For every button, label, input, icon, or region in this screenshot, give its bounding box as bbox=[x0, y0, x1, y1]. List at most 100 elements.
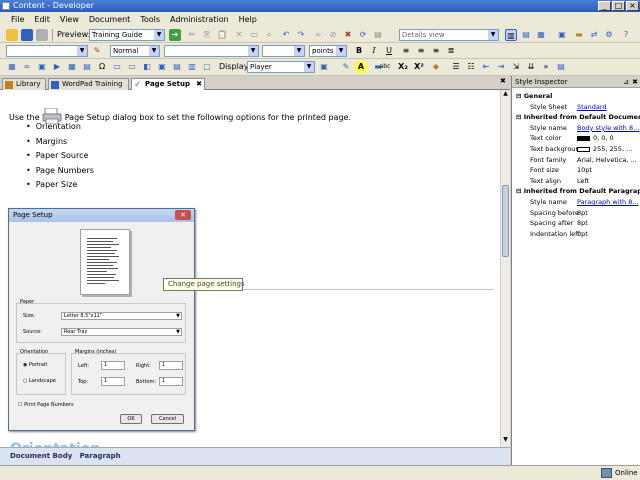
menu-help[interactable]: Help bbox=[234, 15, 262, 24]
break-icon[interactable]: ⇲ bbox=[510, 61, 522, 73]
grid-icon[interactable]: ▦ bbox=[66, 61, 78, 73]
maximize-button[interactable]: □ bbox=[612, 1, 625, 11]
toolbar-options-icon[interactable]: ▤ bbox=[555, 61, 567, 73]
align-right-icon[interactable]: ≡ bbox=[430, 45, 442, 57]
format-painter-icon[interactable]: ✎ bbox=[340, 61, 352, 73]
question-icon[interactable]: ▤ bbox=[171, 61, 183, 73]
style-sheet-link[interactable]: Standard bbox=[577, 102, 607, 113]
tab-wordpad-training[interactable]: WordPad Training bbox=[48, 78, 129, 90]
subscript-button[interactable]: X₂ bbox=[396, 61, 410, 73]
close-window-button[interactable]: × bbox=[626, 1, 639, 11]
menu-view[interactable]: View bbox=[55, 15, 84, 24]
settings-icon[interactable]: ⚙ bbox=[603, 29, 615, 41]
highlight-button[interactable]: A bbox=[355, 61, 367, 73]
help-icon[interactable]: ? bbox=[620, 29, 632, 41]
bookmark-icon[interactable]: ▭ bbox=[111, 61, 123, 73]
stop-icon[interactable]: ✖ bbox=[342, 29, 354, 41]
align-left-icon[interactable]: ≡ bbox=[400, 45, 412, 57]
layout-right-icon[interactable]: ▦ bbox=[535, 29, 547, 41]
hotspot-icon[interactable]: ◧ bbox=[141, 61, 153, 73]
editor-scrollbar[interactable]: ▲ ▼ bbox=[500, 90, 510, 447]
section-inherited-document[interactable]: ⊟ Inherited from Default Document bbox=[512, 112, 640, 123]
menu-tools[interactable]: Tools bbox=[135, 15, 165, 24]
find-icon[interactable]: ⌕ bbox=[263, 29, 275, 41]
underline-button[interactable]: U bbox=[383, 45, 395, 57]
breadcrumb-paragraph[interactable]: Paragraph bbox=[80, 452, 121, 460]
hyperlink-icon[interactable]: ∞ bbox=[21, 61, 33, 73]
font-size-select[interactable]: ▼ bbox=[262, 45, 305, 57]
field-icon[interactable]: ▭ bbox=[126, 61, 138, 73]
variable-icon[interactable]: ▣ bbox=[156, 61, 168, 73]
superscript-button[interactable]: X² bbox=[412, 61, 426, 73]
align-center-icon[interactable]: ≡ bbox=[415, 45, 427, 57]
open-icon[interactable] bbox=[6, 29, 18, 41]
view-select[interactable]: Details view ▼ bbox=[399, 29, 499, 41]
scroll-thumb[interactable] bbox=[502, 185, 509, 257]
menu-edit[interactable]: Edit bbox=[29, 15, 55, 24]
go-icon[interactable]: ➜ bbox=[169, 29, 181, 41]
table-icon[interactable]: ▦ bbox=[6, 61, 18, 73]
copy-icon[interactable]: ⎘ bbox=[201, 29, 213, 41]
bullets-icon[interactable]: ☰ bbox=[450, 61, 462, 73]
breadcrumb-document-body[interactable]: Document Body bbox=[10, 452, 72, 460]
layout-split-icon[interactable]: ▥ bbox=[505, 29, 517, 41]
folder-icon[interactable]: ▬ bbox=[573, 29, 585, 41]
chart-icon[interactable]: ▤ bbox=[81, 61, 93, 73]
paragraph-style-link[interactable]: Paragraph with 8... bbox=[577, 197, 639, 208]
layout-left-icon[interactable]: ▤ bbox=[520, 29, 532, 41]
close-tab-icon[interactable]: ✖ bbox=[196, 79, 202, 90]
cut-icon[interactable]: ✂ bbox=[186, 29, 198, 41]
save-icon[interactable] bbox=[21, 29, 33, 41]
section-general[interactable]: ⊟ General bbox=[512, 91, 640, 102]
paste-icon[interactable]: 📋 bbox=[216, 29, 228, 41]
eraser-icon[interactable]: ◆ bbox=[430, 61, 442, 73]
delete-icon[interactable]: ✕ bbox=[233, 29, 245, 41]
print-icon[interactable] bbox=[36, 29, 48, 41]
italic-button[interactable]: I bbox=[368, 45, 380, 57]
display-settings-icon[interactable]: ▣ bbox=[318, 61, 330, 73]
more-icon[interactable]: » bbox=[540, 61, 552, 73]
minimize-button[interactable]: _ bbox=[598, 1, 611, 11]
sync-icon[interactable]: ⇄ bbox=[588, 29, 600, 41]
paper-label: Paper bbox=[20, 299, 35, 305]
display-select[interactable]: Player ▼ bbox=[247, 61, 315, 73]
link-icon[interactable]: ∞ bbox=[312, 29, 324, 41]
properties-icon[interactable]: ▤ bbox=[372, 29, 384, 41]
close-document-icon[interactable]: ✖ bbox=[500, 77, 510, 88]
section-inherited-paragraph[interactable]: ⊟ Inherited from Default Paragraph bbox=[512, 186, 640, 197]
size-unit-select[interactable]: points ▼ bbox=[309, 45, 347, 57]
undo-icon[interactable]: ↶ bbox=[280, 29, 292, 41]
bold-button[interactable]: B bbox=[353, 45, 365, 57]
symbol-icon[interactable]: Ω bbox=[96, 61, 108, 73]
brush-icon[interactable]: ✎ bbox=[91, 45, 103, 57]
pin-icon[interactable]: ⊿ bbox=[623, 76, 629, 88]
justify-icon[interactable]: ≣ bbox=[445, 45, 457, 57]
scroll-down-icon[interactable]: ▼ bbox=[501, 436, 510, 445]
spellcheck-button[interactable]: abc bbox=[376, 61, 394, 73]
image-icon[interactable]: ▣ bbox=[36, 61, 48, 73]
outdent-icon[interactable]: ⇤ bbox=[480, 61, 492, 73]
menu-document[interactable]: Document bbox=[84, 15, 135, 24]
unlink-icon[interactable]: ⊘ bbox=[327, 29, 339, 41]
duplicate-icon[interactable]: ▭ bbox=[248, 29, 260, 41]
infoblock-icon[interactable]: ▥ bbox=[186, 61, 198, 73]
scroll-up-icon[interactable]: ▲ bbox=[501, 90, 510, 99]
preview-select[interactable]: Training Guide ▼ bbox=[89, 29, 165, 41]
media-icon[interactable]: ▶ bbox=[51, 61, 63, 73]
frame-icon[interactable]: ▢ bbox=[201, 61, 213, 73]
tab-library[interactable]: Library bbox=[2, 78, 46, 90]
close-panel-icon[interactable]: ✖ bbox=[632, 76, 638, 88]
template-select[interactable]: ▼ bbox=[6, 45, 88, 57]
numbering-icon[interactable]: ☷ bbox=[465, 61, 477, 73]
font-select[interactable]: ▼ bbox=[164, 45, 259, 57]
body-style-link[interactable]: Body style with 8... bbox=[577, 123, 639, 134]
window-icon[interactable]: ▣ bbox=[556, 29, 568, 41]
redo-icon[interactable]: ↷ bbox=[295, 29, 307, 41]
style-select[interactable]: Normal ▼ bbox=[110, 45, 160, 57]
page-break-icon[interactable]: ⇊ bbox=[525, 61, 537, 73]
refresh-icon[interactable]: ⟳ bbox=[357, 29, 369, 41]
indent-icon[interactable]: ⇥ bbox=[495, 61, 507, 73]
menu-administration[interactable]: Administration bbox=[165, 15, 234, 24]
toolbar-main: Preview: Training Guide ▼ ➜ ✂ ⎘ 📋 ✕ ▭ ⌕ ↶… bbox=[0, 27, 640, 43]
menu-file[interactable]: File bbox=[6, 15, 29, 24]
